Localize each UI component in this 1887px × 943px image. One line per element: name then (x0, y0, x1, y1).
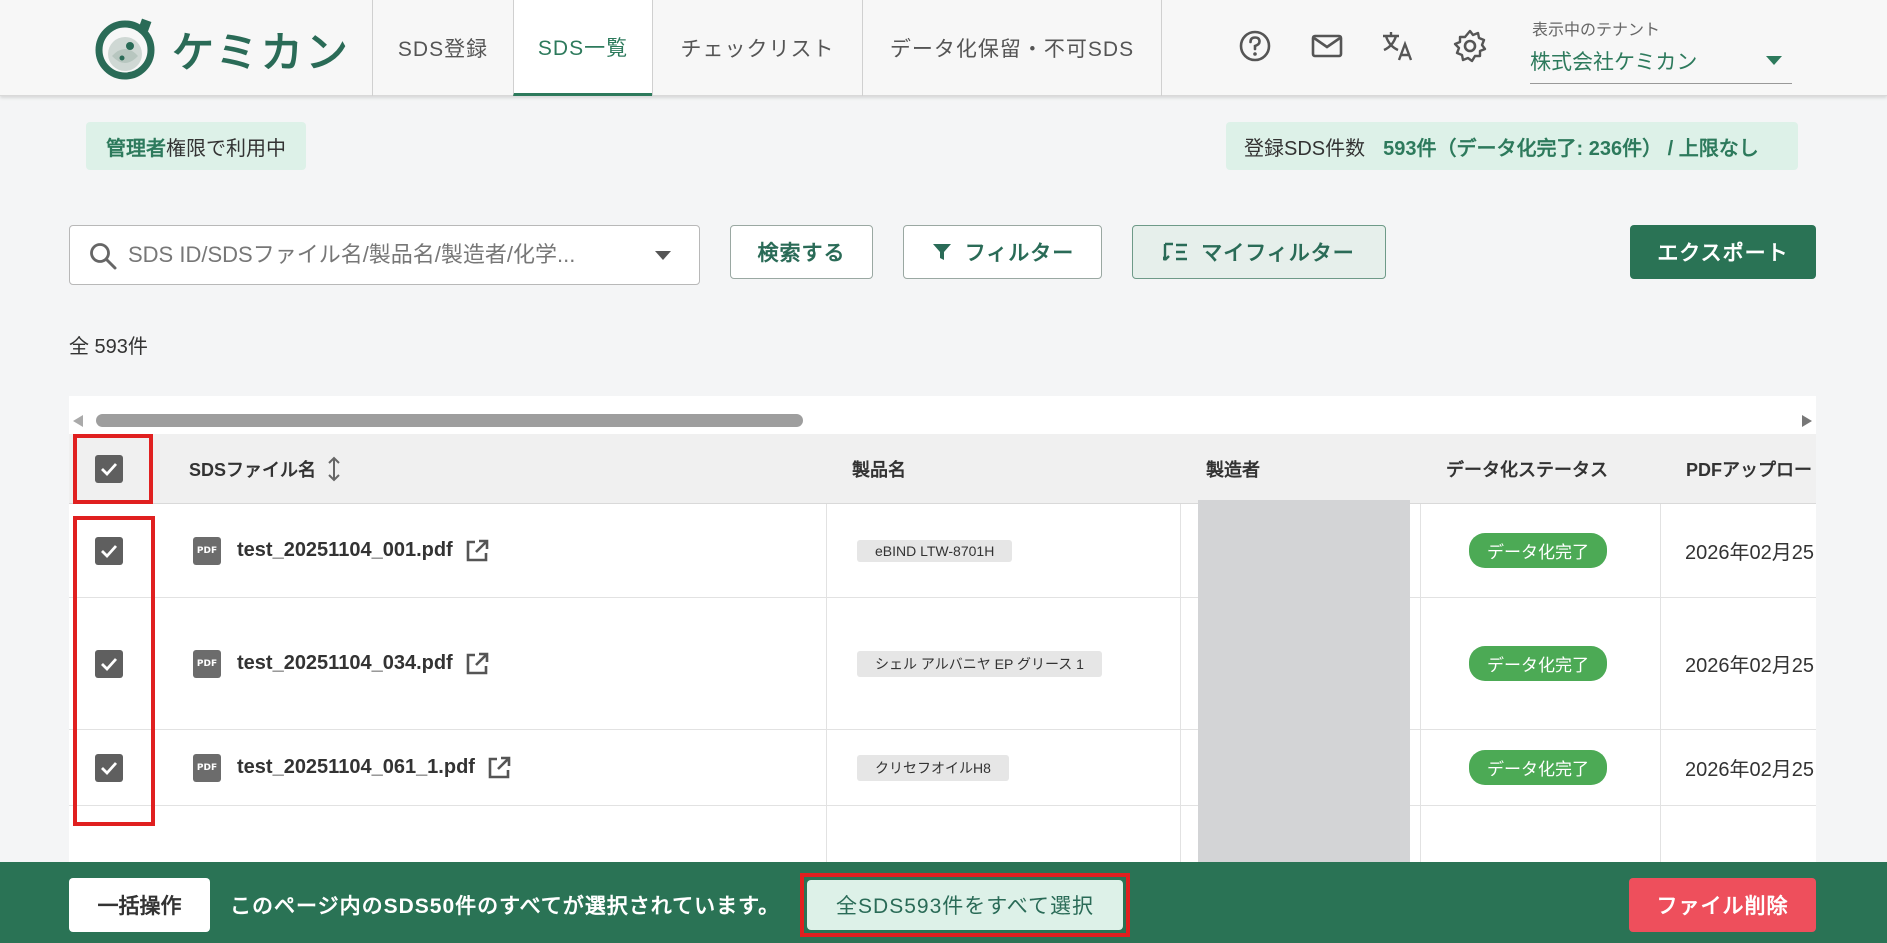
my-filter-button[interactable]: マイフィルター (1132, 225, 1386, 279)
search-icon (90, 243, 117, 270)
scroll-right-icon[interactable] (1802, 415, 1812, 427)
tab-sds-list[interactable]: SDS一覧 (513, 0, 652, 96)
horizontal-scrollbar[interactable] (69, 414, 1816, 428)
scroll-thumb[interactable] (96, 414, 803, 427)
upload-date: 2026年02月25 (1685, 542, 1814, 564)
column-divider (1420, 504, 1421, 862)
main-nav: SDS登録 SDS一覧 チェックリスト データ化保留・不可SDS (372, 0, 1162, 96)
table-row: PDF test_20251104_001.pdf eBIND LTW-8701… (69, 504, 1816, 598)
scroll-left-icon[interactable] (73, 415, 83, 427)
filter-label: フィルター (964, 242, 1075, 265)
table-row (69, 806, 1816, 862)
external-link-icon[interactable] (463, 650, 491, 678)
column-divider (1660, 504, 1661, 862)
header-filename: SDSファイル名 (189, 460, 317, 480)
sds-table: SDSファイル名 製品名 製造者 データ化ステータス PDFアップロード PDF… (69, 396, 1816, 862)
check-icon (101, 544, 118, 558)
delete-files-button[interactable]: ファイル削除 (1629, 878, 1816, 932)
check-icon (101, 761, 118, 775)
header-maker: 製造者 (1206, 460, 1260, 480)
check-icon (101, 657, 118, 671)
redacted-maker-column (1198, 500, 1410, 862)
admin-role-suffix: 権限で利用中 (166, 137, 286, 160)
column-divider (1180, 504, 1181, 862)
admin-badge: 管理者 権限で利用中 (86, 122, 306, 170)
sds-count-value: 593件（データ化完了: 236件） / 上限なし (1383, 137, 1759, 160)
select-all-checkbox[interactable] (95, 455, 123, 483)
table-row: PDF test_20251104_034.pdf シェル アルバニヤ EP グ… (69, 598, 1816, 730)
status-badge: データ化完了 (1469, 750, 1607, 785)
filter-button[interactable]: フィルター (903, 225, 1102, 279)
my-filter-label: マイフィルター (1201, 242, 1355, 265)
filter-icon (932, 244, 951, 260)
my-filter-icon (1163, 242, 1188, 261)
external-link-icon[interactable] (463, 537, 491, 565)
translate-icon[interactable] (1380, 28, 1416, 64)
logo-mark-icon (95, 18, 155, 80)
file-name[interactable]: test_20251104_061_1.pdf (237, 756, 475, 779)
help-icon[interactable] (1237, 28, 1273, 64)
tab-sds-register[interactable]: SDS登録 (372, 0, 513, 96)
sds-count-badge: 登録SDS件数 593件（データ化完了: 236件） / 上限なし (1226, 122, 1798, 170)
search-button[interactable]: 検索する (730, 225, 873, 279)
sort-icon[interactable] (324, 455, 344, 483)
check-icon (101, 463, 118, 477)
product-chip: シェル アルバニヤ EP グリース 1 (857, 650, 1102, 677)
search-box (69, 225, 700, 285)
tenant-value: 株式会社ケミカン (1530, 51, 1698, 74)
upload-date: 2026年02月25 (1685, 655, 1814, 677)
row-checkbox[interactable] (95, 649, 123, 678)
header-product: 製品名 (852, 460, 906, 480)
selection-message: このページ内のSDS50件のすべてが選択されています。 (230, 895, 781, 918)
bulk-action-button[interactable]: 一括操作 (69, 878, 210, 932)
bulk-action-bar: 一括操作 このページ内のSDS50件のすべてが選択されています。 全SDS593… (0, 862, 1887, 943)
total-count: 全 593件 (69, 336, 148, 358)
tenant-select[interactable]: 株式会社ケミカン (1530, 42, 1792, 84)
pdf-file-icon: PDF (193, 536, 221, 565)
product-chip: クリセフオイルH8 (857, 754, 1009, 781)
gear-icon[interactable] (1452, 28, 1488, 64)
external-link-icon[interactable] (485, 754, 513, 782)
search-input[interactable] (128, 236, 628, 274)
pdf-file-icon: PDF (193, 649, 221, 678)
table-header: SDSファイル名 製品名 製造者 データ化ステータス PDFアップロード (69, 434, 1816, 504)
status-badge: データ化完了 (1469, 533, 1607, 568)
row-checkbox[interactable] (95, 753, 123, 782)
product-chip: eBIND LTW-8701H (857, 539, 1013, 562)
export-button[interactable]: エクスポート (1630, 225, 1816, 279)
admin-role: 管理者 (106, 137, 166, 160)
tab-data-hold[interactable]: データ化保留・不可SDS (862, 0, 1162, 96)
tenant-label: 表示中のテナント (1532, 22, 1661, 39)
pdf-file-icon: PDF (193, 753, 221, 782)
search-dropdown-icon[interactable] (655, 251, 671, 260)
mail-icon[interactable] (1309, 28, 1345, 64)
status-badge: データ化完了 (1469, 646, 1607, 681)
logo[interactable]: ケミカン (92, 14, 392, 84)
row-checkbox[interactable] (95, 536, 123, 565)
select-all-sds-button[interactable]: 全SDS593件をすべて選択 (807, 880, 1123, 930)
header-status: データ化ステータス (1446, 460, 1608, 480)
app-name: ケミカン (172, 27, 351, 77)
chevron-down-icon (1766, 56, 1782, 65)
column-divider (826, 504, 827, 862)
upload-date: 2026年02月25 (1685, 759, 1814, 781)
sds-count-label: 登録SDS件数 (1244, 137, 1366, 160)
file-name[interactable]: test_20251104_001.pdf (237, 539, 453, 562)
tab-checklist[interactable]: チェックリスト (652, 0, 862, 96)
header-upload: PDFアップロード (1686, 460, 1816, 480)
app-header: ケミカン SDS登録 SDS一覧 チェックリスト データ化保留・不可SDS 表示… (0, 0, 1887, 96)
table-row: PDF test_20251104_061_1.pdf クリセフオイルH8 デー… (69, 730, 1816, 806)
file-name[interactable]: test_20251104_034.pdf (237, 652, 453, 675)
